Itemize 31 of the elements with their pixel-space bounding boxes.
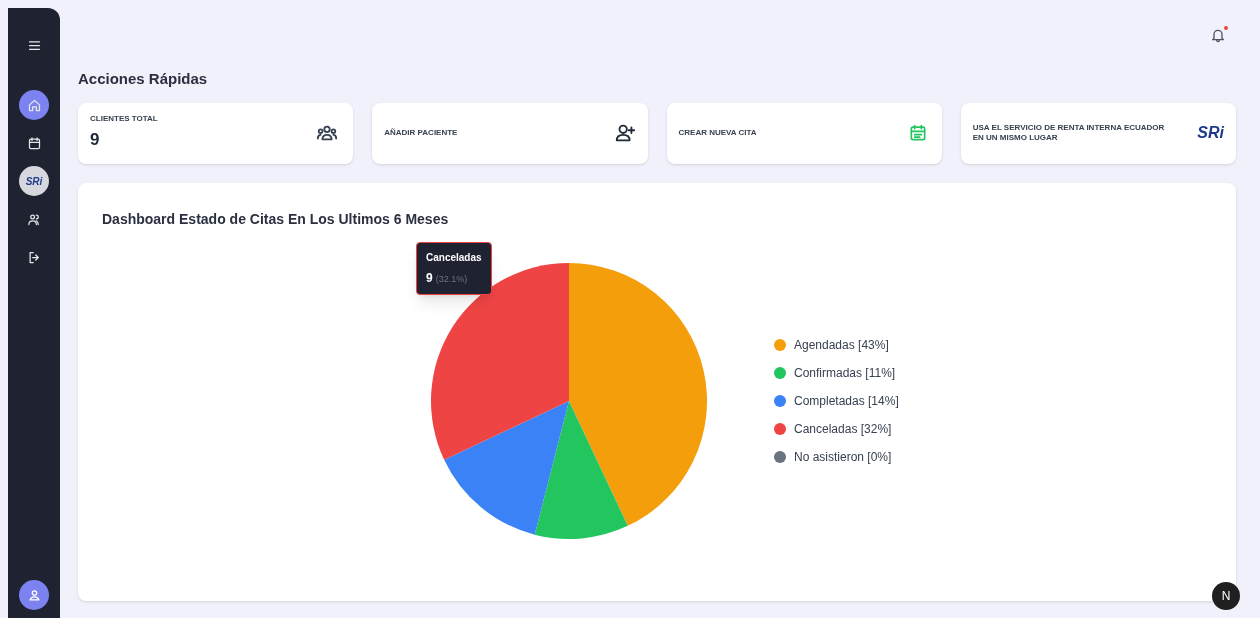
card-value: 9 [90, 128, 101, 151]
tooltip-value: 9 [426, 269, 433, 287]
card-label: USA EL SERVICIO DE RENTA INTERNA ECUADOR EN UN MISMO LUGAR [972, 123, 1166, 143]
home-icon [26, 97, 42, 113]
section-title: Acciones Rápidas [78, 69, 209, 89]
calendar-icon [26, 135, 42, 151]
user-plus-icon [613, 122, 636, 144]
quick-action-card[interactable]: USA EL SERVICIO DE RENTA INTERNA ECUADOR EN UN MISMO LUGAR SRi [960, 102, 1236, 164]
sidebar-item[interactable] [19, 90, 49, 120]
users-icon [26, 211, 42, 227]
tooltip-percent: (32.1%) [435, 272, 468, 286]
quick-action-card[interactable]: CREAR NUEVA CITA [666, 102, 942, 164]
chart-title: Dashboard Estado de Citas En Los Ultimos 6 Meses [102, 209, 450, 229]
notification-button[interactable] [1210, 26, 1228, 44]
sidebar-item[interactable]: SRi [19, 166, 49, 196]
card-label: CREAR NUEVA CITA [678, 128, 757, 138]
legend-label: Canceladas [32%] [794, 420, 892, 438]
dev-badge[interactable]: N [1212, 582, 1240, 610]
bell-icon [1210, 27, 1226, 43]
legend-label: Confirmadas [11%] [794, 364, 896, 382]
avatar[interactable] [19, 580, 49, 610]
tooltip-label: Canceladas [426, 250, 482, 265]
quick-action-card[interactable]: AÑADIR PACIENTE [372, 102, 648, 164]
legend-label: No asistieron [0%] [794, 448, 892, 466]
sri-logo: SRi [1197, 125, 1224, 141]
card-label: CLIENTES TOTAL [90, 113, 158, 124]
logout-icon [26, 249, 42, 265]
legend-label: Agendadas [43%] [794, 336, 889, 354]
card-label: AÑADIR PACIENTE [384, 128, 458, 138]
legend-label: Completadas [14%] [794, 392, 899, 410]
pie-slice[interactable] [431, 262, 569, 460]
